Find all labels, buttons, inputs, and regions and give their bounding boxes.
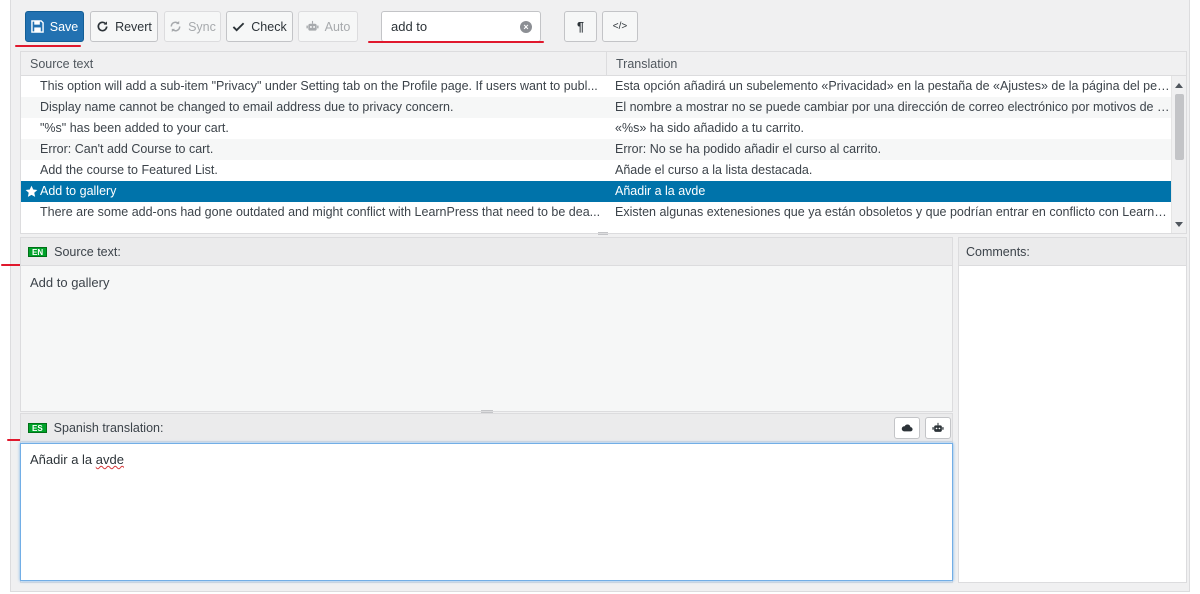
sync-icon (170, 20, 181, 33)
source-text: Add to gallery (30, 275, 110, 290)
cloud-translate-button[interactable] (894, 417, 920, 439)
lang-flag-es: ES (28, 422, 47, 433)
annotation-underline-search (368, 41, 544, 43)
revert-button[interactable]: Revert (90, 11, 158, 42)
editor-app: Save Revert Sync Check Auto × ¶ </> (1, 0, 1190, 592)
translation-pane-title: Spanish translation: (53, 420, 164, 435)
table-header: Source text Translation (21, 52, 1186, 76)
row-translation: Error: No se ha podido añadir el curso a… (615, 142, 882, 156)
source-pane-header: EN Source text: (21, 238, 952, 266)
clear-search-icon[interactable]: × (520, 21, 532, 33)
table-row-selected[interactable]: Add to gallery Añadir a la avde (21, 181, 1186, 202)
scroll-down-icon[interactable] (1175, 222, 1183, 227)
row-source: Display name cannot be changed to email … (40, 100, 454, 114)
cloud-icon (901, 424, 913, 432)
robot-icon (306, 20, 319, 31)
table-scrollbar[interactable] (1171, 76, 1186, 233)
auto-translate-button[interactable] (925, 417, 951, 439)
code-icon: </> (612, 21, 628, 32)
floppy-disk-icon (30, 20, 44, 33)
revert-label: Revert (115, 19, 152, 34)
row-source: "%s" has been added to your cart. (40, 121, 229, 135)
comments-header: Comments: (959, 238, 1186, 266)
source-pane-title: Source text: (54, 244, 121, 259)
table-row[interactable]: This option will add a sub-item "Privacy… (21, 76, 1186, 97)
robot-icon (932, 422, 944, 432)
checkmark-icon (233, 22, 245, 32)
row-source: Add to gallery (40, 184, 117, 198)
row-source: This option will add a sub-item "Privacy… (40, 79, 598, 93)
column-header-translation[interactable]: Translation (606, 52, 1172, 75)
auto-button[interactable]: Auto (298, 11, 358, 42)
misspelled-word: avde (95, 452, 124, 467)
row-translation: Existen algunas extenesiones que ya está… (615, 205, 1172, 219)
translation-pane-header: ES Spanish translation: (21, 414, 952, 442)
lang-flag-en: EN (28, 246, 48, 257)
scrollbar-thumb[interactable] (1175, 94, 1184, 160)
row-translation: Añadir a la avde (615, 184, 706, 198)
row-translation: El nombre a mostrar no se puede cambiar … (615, 100, 1172, 114)
check-label: Check (251, 19, 287, 34)
table-body: This option will add a sub-item "Privacy… (21, 76, 1186, 223)
search-box: × (381, 11, 541, 42)
code-view-button[interactable]: </> (602, 11, 638, 42)
row-translation: Esta opción añadirá un subelemento «Priv… (615, 79, 1172, 93)
comments-pane: Comments: (958, 237, 1187, 583)
table-row[interactable]: There are some add-ons had gone outdated… (21, 202, 1186, 223)
pilcrow-icon: ¶ (577, 19, 584, 34)
translation-text: Añadir a la (30, 452, 96, 467)
table-row[interactable]: "%s" has been added to your cart. «%s» h… (21, 118, 1186, 139)
table-row[interactable]: Add the course to Featured List. Añade e… (21, 160, 1186, 181)
grid-resize-handle[interactable] (598, 232, 608, 235)
toolbar: Save Revert Sync Check Auto × ¶ </> (11, 0, 1189, 50)
invisibles-toggle-button[interactable]: ¶ (564, 11, 597, 42)
annotation-underline-save (15, 45, 81, 47)
column-header-source[interactable]: Source text (21, 52, 606, 75)
source-pane: EN Source text: Add to gallery (20, 237, 953, 412)
revert-icon (97, 21, 108, 32)
sync-label: Sync (188, 19, 216, 34)
search-input[interactable] (382, 12, 510, 41)
sync-button[interactable]: Sync (164, 11, 221, 42)
scroll-up-icon[interactable] (1175, 83, 1183, 88)
row-translation: Añade el curso a la lista destacada. (615, 163, 813, 177)
row-source: There are some add-ons had gone outdated… (40, 205, 601, 219)
check-button[interactable]: Check (226, 11, 293, 42)
row-translation: «%s» ha sido añadido a tu carrito. (615, 121, 805, 135)
row-source: Error: Can't add Course to cart. (40, 142, 214, 156)
save-button[interactable]: Save (25, 11, 84, 42)
translation-editor[interactable]: Añadir a la avde (20, 443, 953, 581)
save-label: Save (49, 19, 79, 34)
row-source: Add the course to Featured List. (40, 163, 218, 177)
table-row[interactable]: Display name cannot be changed to email … (21, 97, 1186, 118)
table-row[interactable]: Error: Can't add Course to cart. Error: … (21, 139, 1186, 160)
comments-title: Comments: (966, 244, 1030, 259)
star-icon[interactable] (25, 185, 38, 198)
auto-label: Auto (324, 19, 351, 34)
strings-table: Source text Translation This option will… (20, 51, 1187, 234)
